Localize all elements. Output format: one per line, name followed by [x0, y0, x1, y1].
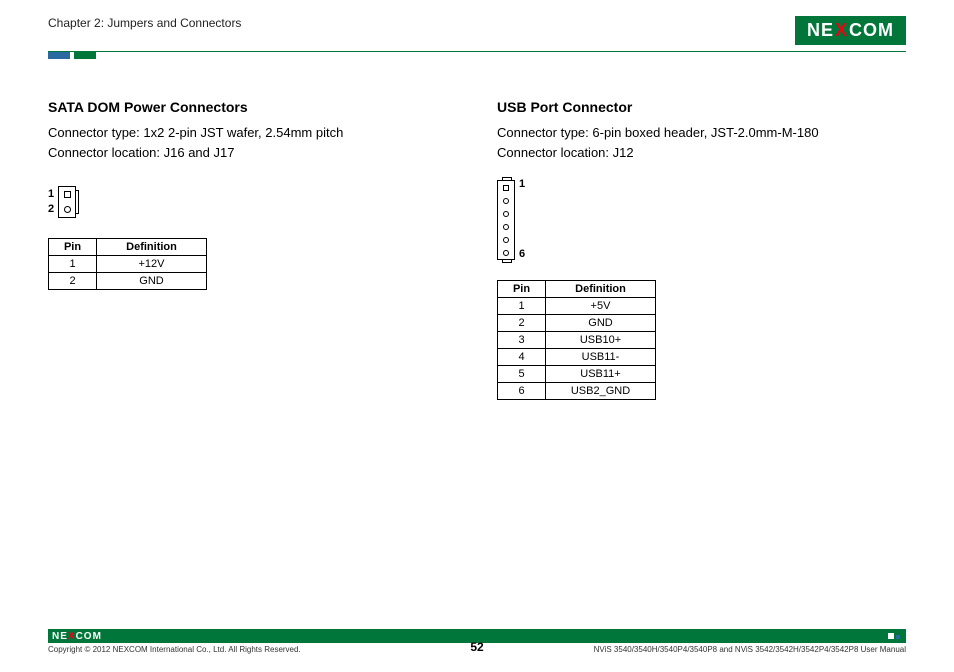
pin-circle-icon — [503, 250, 509, 256]
square-white-icon — [888, 633, 894, 639]
brand-left: NE — [807, 20, 834, 41]
sata-loc-line: Connector location: J16 and J17 — [48, 143, 457, 163]
usb-title: USB Port Connector — [497, 99, 906, 115]
pin-square-icon — [503, 185, 509, 191]
cell-pin: 1 — [49, 256, 97, 273]
cell-def: GND — [546, 315, 656, 332]
cell-def: USB11+ — [546, 366, 656, 383]
pin-circle-icon — [503, 198, 509, 204]
connector-notch-icon — [75, 190, 79, 214]
cell-pin: 1 — [498, 298, 546, 315]
cell-pin: 4 — [498, 349, 546, 366]
left-column: SATA DOM Power Connectors Connector type… — [48, 99, 457, 400]
usb-type-line: Connector type: 6-pin boxed header, JST-… — [497, 123, 906, 143]
cell-def: GND — [97, 273, 207, 290]
pinbox-6pin — [497, 180, 515, 260]
brand-logo-top: NEXCOM — [795, 16, 906, 45]
pin-label-1: 1 — [48, 187, 54, 202]
th-def: Definition — [97, 239, 207, 256]
brand-x-icon: X — [835, 20, 848, 41]
chapter-title: Chapter 2: Jumpers and Connectors — [48, 16, 241, 30]
usb-pin-table: Pin Definition 1+5V 2GND 3USB10+ 4USB11-… — [497, 280, 656, 400]
sata-type-line: Connector type: 1x2 2-pin JST wafer, 2.5… — [48, 123, 457, 143]
table-row: 4USB11- — [498, 349, 656, 366]
sata-dom-title: SATA DOM Power Connectors — [48, 99, 457, 115]
cell-pin: 5 — [498, 366, 546, 383]
accent-seg-green — [74, 52, 96, 59]
pin-circle-icon — [503, 224, 509, 230]
pin-label-bot: 6 — [519, 248, 525, 260]
cell-pin: 2 — [49, 273, 97, 290]
pin-circle-icon — [503, 211, 509, 217]
brand-right: COM — [849, 20, 894, 41]
square-blue-icon — [896, 635, 900, 639]
pin-square-icon — [64, 191, 71, 198]
pin-label-2: 2 — [48, 202, 54, 217]
cell-pin: 6 — [498, 383, 546, 400]
pin-label-top: 1 — [519, 178, 525, 190]
sata-pin-table: Pin Definition 1 +12V 2 GND — [48, 238, 207, 290]
table-row: 1+5V — [498, 298, 656, 315]
table-row: 2GND — [498, 315, 656, 332]
accent-bar — [48, 52, 954, 59]
table-row: 1 +12V — [49, 256, 207, 273]
cell-def: USB2_GND — [546, 383, 656, 400]
usb-pin-diagram: 1 6 — [497, 180, 906, 260]
table-row: 6USB2_GND — [498, 383, 656, 400]
cell-def: +5V — [546, 298, 656, 315]
table-row: 3USB10+ — [498, 332, 656, 349]
cell-def: USB11- — [546, 349, 656, 366]
th-pin: Pin — [498, 281, 546, 298]
connector-notch-top-icon — [502, 177, 512, 181]
pin-circle-icon — [503, 237, 509, 243]
cell-def: +12V — [97, 256, 207, 273]
right-column: USB Port Connector Connector type: 6-pin… — [497, 99, 906, 400]
table-row: 5USB11+ — [498, 366, 656, 383]
connector-notch-bottom-icon — [502, 259, 512, 263]
sata-pin-diagram: 1 2 — [48, 186, 457, 218]
pin-circle-icon — [64, 206, 71, 213]
accent-seg-blue — [48, 52, 70, 59]
cell-pin: 2 — [498, 315, 546, 332]
cell-pin: 3 — [498, 332, 546, 349]
th-pin: Pin — [49, 239, 97, 256]
cell-def: USB10+ — [546, 332, 656, 349]
table-row: 2 GND — [49, 273, 207, 290]
usb-loc-line: Connector location: J12 — [497, 143, 906, 163]
page-number: 52 — [0, 640, 954, 654]
th-def: Definition — [546, 281, 656, 298]
footer-squares-icon — [888, 633, 900, 639]
pinbox-2pin — [58, 186, 76, 218]
